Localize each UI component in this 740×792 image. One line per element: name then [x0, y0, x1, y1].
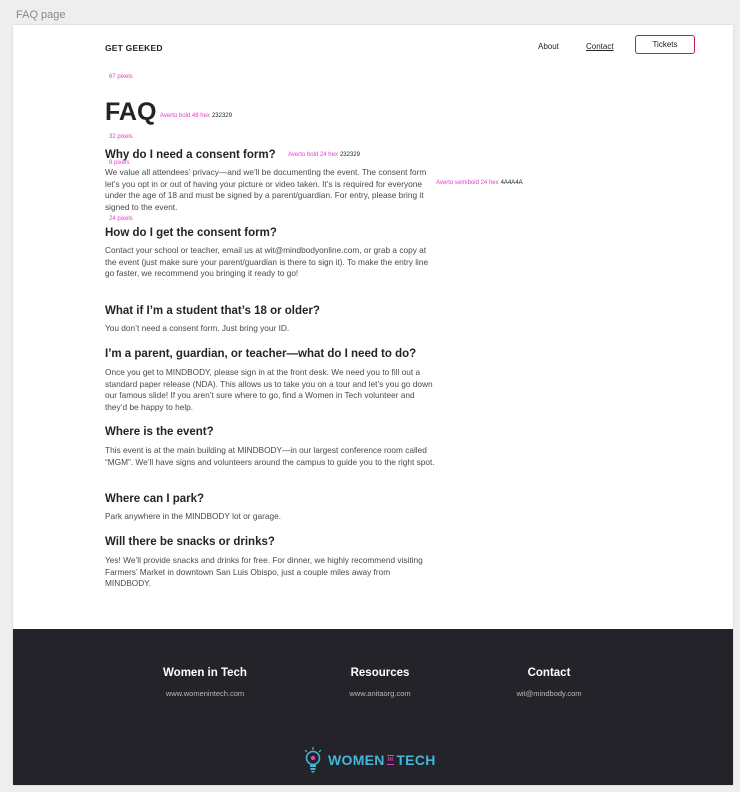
question-style-label: Averto bold 24 hex — [288, 152, 338, 158]
brand-word-women: WOMEN — [328, 752, 385, 768]
faq-question: I’m a parent, guardian, or teacher—what … — [105, 348, 417, 360]
spacing-annotation-24: 24 pixels — [109, 216, 133, 222]
faq-answer: Contact your school or teacher, email us… — [105, 245, 429, 279]
faq-answer: Once you get to MINDBODY, please sign in… — [105, 367, 433, 412]
footer-heading: Women in Tech — [163, 667, 247, 679]
nav-contact-link[interactable]: Contact — [586, 42, 614, 51]
footer-heading: Resources — [350, 667, 410, 679]
question-style-annotation: Averto bold 24 hex 232329 — [288, 152, 360, 158]
faq-question: Where is the event? — [105, 426, 214, 438]
brand-wordmark: WOMEN IN TECH — [328, 752, 436, 768]
spacing-annotation-8: 8 pixels — [109, 160, 130, 166]
faq-answer: Park anywhere in the MINDBODY lot or gar… — [105, 511, 282, 521]
faq-question: What if I’m a student that’s 18 or older… — [105, 305, 320, 317]
answer-style-annotation: Averto semibold 24 hex 4A4A4A — [436, 180, 523, 186]
artboard-label: FAQ page — [16, 9, 66, 21]
title-style-annotation: Averto bold 48 hex 232329 — [160, 113, 232, 119]
faq-answer: We value all attendees’ privacy—and we’l… — [105, 167, 427, 212]
tickets-button[interactable]: Tickets — [635, 35, 695, 54]
title-style-label: Averto bold 48 hex — [160, 113, 210, 119]
faq-answer: You don’t need a consent form. Just brin… — [105, 323, 290, 333]
footer-column-resources: Resources www.anitaorg.com — [300, 667, 460, 698]
faq-question: How do I get the consent form? — [105, 227, 277, 239]
faq-question: Where can I park? — [105, 493, 205, 505]
answer-hex-label: 4A4A4A — [500, 180, 523, 186]
brand-word-in: IN — [386, 755, 395, 765]
page-title: FAQ — [105, 98, 157, 126]
faq-answer: Yes! We’ll provide snacks and drinks for… — [105, 555, 423, 589]
faq-question: Why do I need a consent form? — [105, 149, 276, 161]
site-footer: Women in Tech www.womenintech.com Resour… — [13, 629, 733, 785]
question-hex-label: 232329 — [339, 152, 360, 158]
footer-link[interactable]: www.womenintech.com — [125, 689, 285, 698]
footer-column-women-in-tech: Women in Tech www.womenintech.com — [125, 667, 285, 698]
title-hex-label: 232329 — [211, 113, 232, 119]
spacing-annotation-32: 32 pixels — [109, 134, 133, 140]
nav-about-link[interactable]: About — [538, 42, 559, 51]
footer-link[interactable]: www.anitaorg.com — [300, 689, 460, 698]
faq-artboard: GET GEEKED About Contact Tickets 67 pixe… — [13, 25, 733, 785]
lightbulb-icon — [304, 747, 322, 773]
footer-heading: Contact — [527, 667, 571, 679]
brand-word-tech: TECH — [396, 752, 436, 768]
footer-column-contact: Contact wit@mindbody.com — [469, 667, 629, 698]
answer-style-label: Averto semibold 24 hex — [436, 180, 499, 186]
faq-question: Will there be snacks or drinks? — [105, 536, 275, 548]
faq-answer: This event is at the main building at MI… — [105, 445, 435, 467]
site-logo[interactable]: GET GEEKED — [105, 43, 163, 53]
women-in-tech-brand-logo: WOMEN IN TECH — [303, 747, 436, 773]
footer-link[interactable]: wit@mindbody.com — [469, 689, 629, 698]
spacing-annotation-67: 67 pixels — [109, 74, 133, 80]
